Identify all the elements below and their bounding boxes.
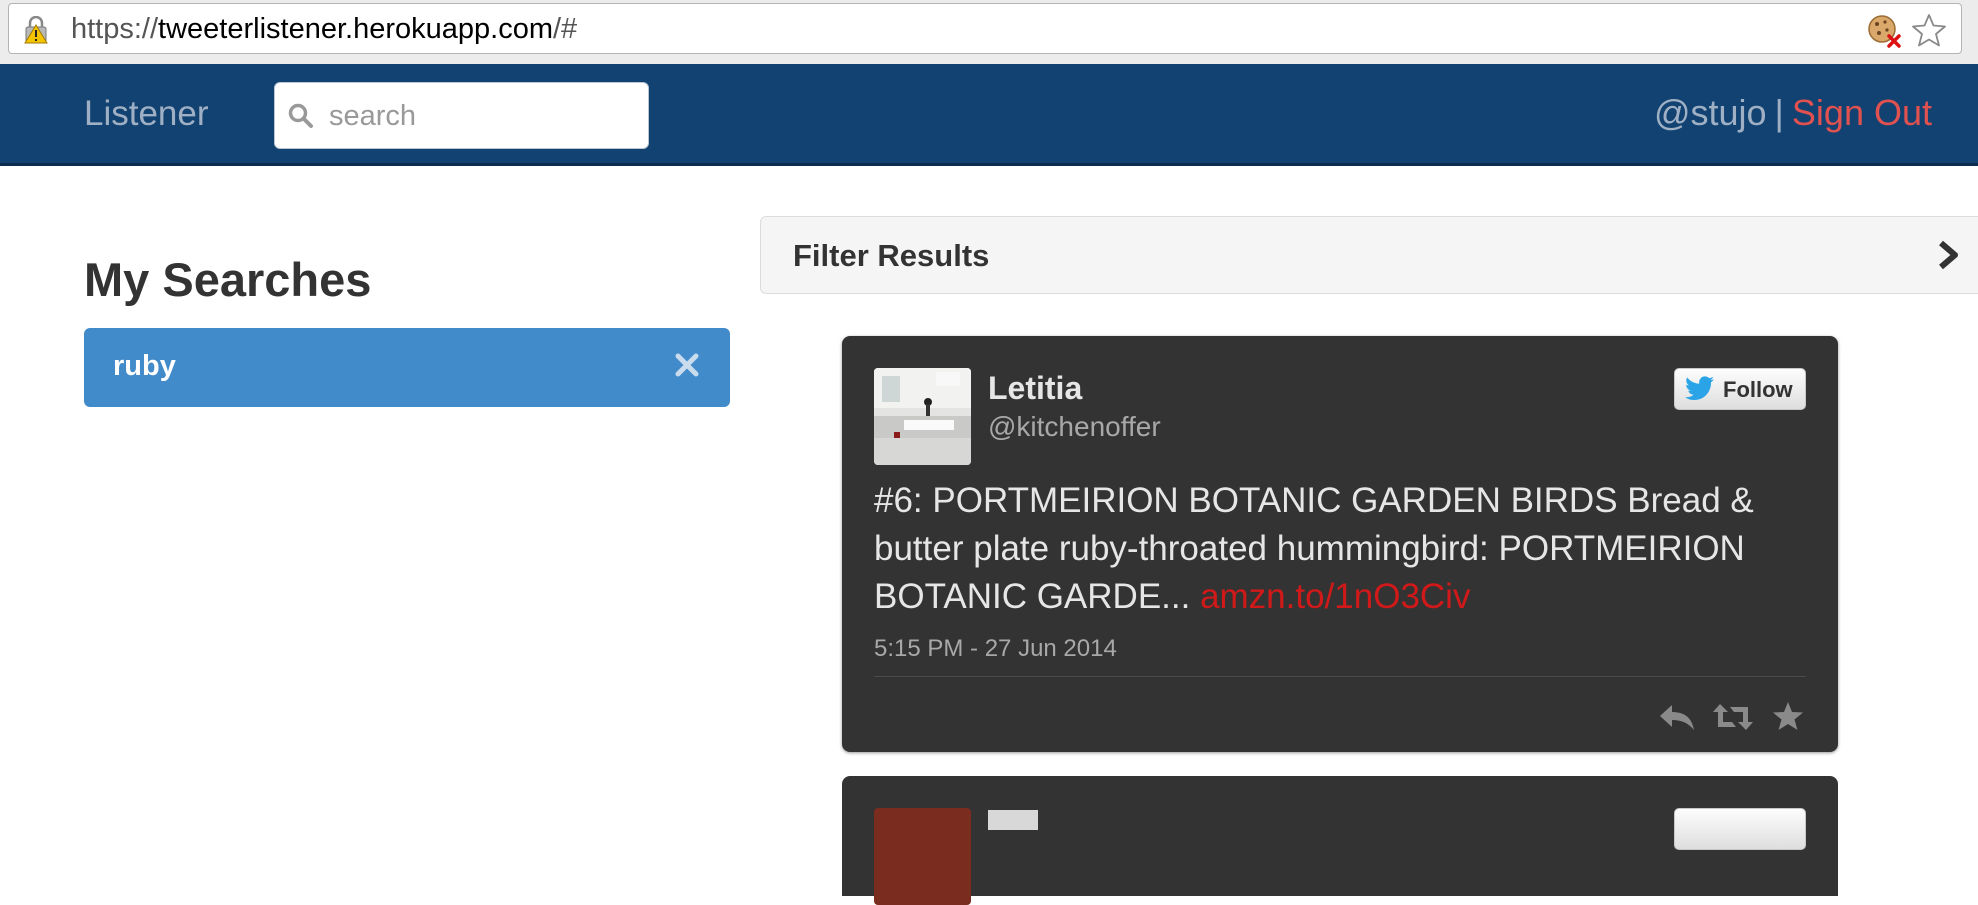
favorite-star-icon[interactable] xyxy=(1772,700,1804,732)
bookmark-star-icon[interactable] xyxy=(1911,12,1947,48)
url-scheme: https:// xyxy=(71,13,159,45)
tweet-author-handle[interactable]: @kitchenoffer xyxy=(988,411,1161,443)
url-path: /# xyxy=(553,13,578,45)
url-host: tweeterlistener.herokuapp.com xyxy=(158,13,553,45)
saved-search-item[interactable]: ruby xyxy=(84,328,730,407)
close-icon[interactable] xyxy=(672,350,702,380)
reply-icon[interactable] xyxy=(1658,702,1696,732)
sign-out-link[interactable]: Sign Out xyxy=(1792,92,1932,133)
tweet-text: #6: PORTMEIRION BOTANIC GARDEN BIRDS Bre… xyxy=(874,477,1814,621)
follow-label: Follow xyxy=(1723,377,1793,402)
follow-button[interactable]: Follow xyxy=(1674,368,1806,410)
brand-link[interactable]: Listener xyxy=(84,94,209,134)
search-input[interactable] xyxy=(327,83,641,149)
tweet-author-name[interactable]: Letitia xyxy=(988,370,1082,407)
tweet-card xyxy=(842,776,1838,905)
my-searches-title: My Searches xyxy=(84,253,372,306)
search-box[interactable] xyxy=(274,82,649,149)
saved-search-label[interactable]: ruby xyxy=(113,350,176,383)
avatar-image xyxy=(874,368,971,465)
tweet-card: Letitia @kitchenoffer Follow #6: PORTMEI… xyxy=(842,336,1838,752)
tweet-author-name[interactable] xyxy=(988,810,1038,830)
retweet-icon[interactable] xyxy=(1712,702,1754,732)
tweet-link[interactable]: amzn.to/1nO3Civ xyxy=(1200,577,1470,616)
browser-toolbar: https://tweeterlistener.herokuapp.com/# xyxy=(0,0,1978,64)
tweet-divider xyxy=(874,676,1806,677)
avatar[interactable] xyxy=(874,808,971,905)
chevron-right-icon[interactable] xyxy=(1935,239,1963,271)
user-separator: | xyxy=(1774,92,1784,133)
search-icon xyxy=(288,103,313,128)
user-area: @stujo | Sign Out xyxy=(1654,92,1932,134)
cookie-blocked-icon[interactable] xyxy=(1867,14,1901,48)
avatar[interactable] xyxy=(874,368,971,465)
address-bar[interactable]: https://tweeterlistener.herokuapp.com/# xyxy=(8,3,1962,54)
filter-results-bar[interactable]: Filter Results xyxy=(760,216,1978,294)
twitter-bird-icon xyxy=(1685,376,1714,400)
user-handle[interactable]: @stujo xyxy=(1654,92,1767,133)
filter-results-title: Filter Results xyxy=(793,238,990,273)
url-text[interactable]: https://tweeterlistener.herokuapp.com/# xyxy=(71,13,577,46)
lock-warning-icon[interactable] xyxy=(23,16,49,44)
tweet-timestamp[interactable]: 5:15 PM - 27 Jun 2014 xyxy=(874,635,1117,663)
top-navbar: Listener @stujo|Sign Out xyxy=(0,64,1978,166)
follow-button[interactable] xyxy=(1674,808,1806,850)
